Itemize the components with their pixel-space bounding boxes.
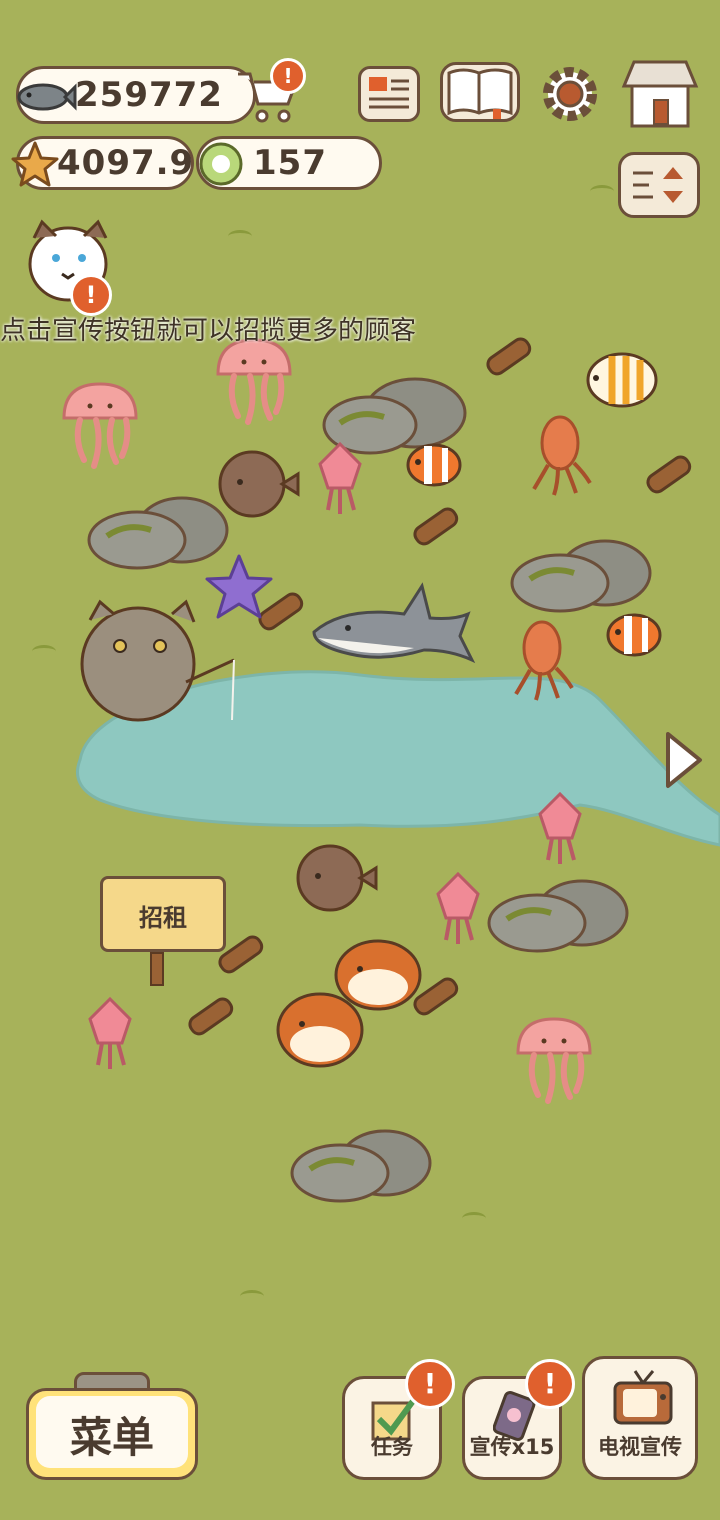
pufferfish[interactable]: [290, 842, 378, 914]
alert-badge: !: [270, 58, 306, 94]
clownfish[interactable]: [604, 610, 666, 660]
shell-currency: 157: [196, 136, 382, 190]
sort-button[interactable]: [618, 152, 700, 218]
squid[interactable]: [530, 790, 590, 870]
star-currency: 4097.9: [11, 136, 195, 190]
squid[interactable]: [428, 870, 488, 950]
shell-count: 157: [253, 143, 327, 183]
next-area-button[interactable]: [662, 730, 706, 790]
rock-cluster: [290, 1129, 432, 1203]
star-icon: [11, 141, 59, 187]
sort-icon: [633, 167, 683, 203]
shell-icon: [199, 142, 243, 186]
pufferfish[interactable]: [212, 448, 300, 520]
octopus[interactable]: [530, 415, 594, 499]
fishing-cat[interactable]: [76, 598, 246, 728]
log[interactable]: [405, 500, 465, 560]
star-count: 4097.9: [57, 143, 195, 183]
tv-promote-label: 电视宣传: [598, 1435, 682, 1459]
grass-tuft: [462, 1212, 486, 1225]
tip-text: 点击宣传按钮就可以招揽更多的顾客: [0, 316, 417, 346]
menu-label: 菜单: [69, 1413, 154, 1462]
tv-promote-button[interactable]: 电视宣传: [582, 1356, 698, 1480]
alert-badge: !: [405, 1359, 455, 1409]
rock-cluster: [510, 539, 652, 613]
shop-icon: [621, 60, 699, 128]
newspaper-icon: [369, 77, 409, 109]
rent-sign-label: 招租: [139, 904, 187, 932]
fish-currency: 259772: [16, 66, 256, 124]
butterflyfish[interactable]: [582, 348, 664, 412]
log[interactable]: [180, 990, 240, 1050]
squid[interactable]: [310, 440, 370, 520]
assistant-cat[interactable]: !: [26, 218, 116, 316]
shop-cart-button[interactable]: !: [232, 58, 306, 128]
next-arrow-icon: [666, 732, 702, 788]
log[interactable]: [478, 330, 538, 390]
grass-tuft: [240, 1290, 264, 1303]
rock-cluster: [487, 879, 629, 953]
newspaper-button[interactable]: [358, 66, 420, 122]
octopus[interactable]: [512, 620, 576, 704]
grass-tuft: [590, 185, 614, 198]
grass-tuft: [228, 230, 252, 243]
fish-count: 259772: [75, 75, 223, 115]
book-button[interactable]: [440, 62, 520, 122]
squid[interactable]: [80, 995, 140, 1075]
jellyfish[interactable]: [512, 1015, 596, 1111]
fish-icon: [17, 83, 77, 111]
settings-button[interactable]: [538, 62, 602, 126]
alert-badge: !: [525, 1359, 575, 1409]
grass-tuft: [32, 645, 56, 658]
shark[interactable]: [304, 580, 476, 688]
promote-label: 宣传x15: [469, 1435, 555, 1459]
tasks-label: 任务: [371, 1435, 413, 1459]
tasks-button[interactable]: 任务 !: [342, 1359, 455, 1480]
jellyfish[interactable]: [58, 380, 142, 476]
gear-icon: [543, 67, 597, 121]
shop-button[interactable]: [620, 56, 700, 130]
clownfish[interactable]: [404, 440, 466, 490]
jellyfish[interactable]: [212, 336, 296, 432]
tv-icon: [613, 1370, 673, 1425]
log[interactable]: [638, 448, 698, 508]
orange-puffer[interactable]: [272, 988, 372, 1072]
menu-button[interactable]: 菜单: [26, 1372, 198, 1480]
book-icon: [447, 68, 513, 121]
promote-button[interactable]: 宣传x15 !: [462, 1359, 575, 1480]
rent-sign[interactable]: 招租: [100, 876, 230, 986]
